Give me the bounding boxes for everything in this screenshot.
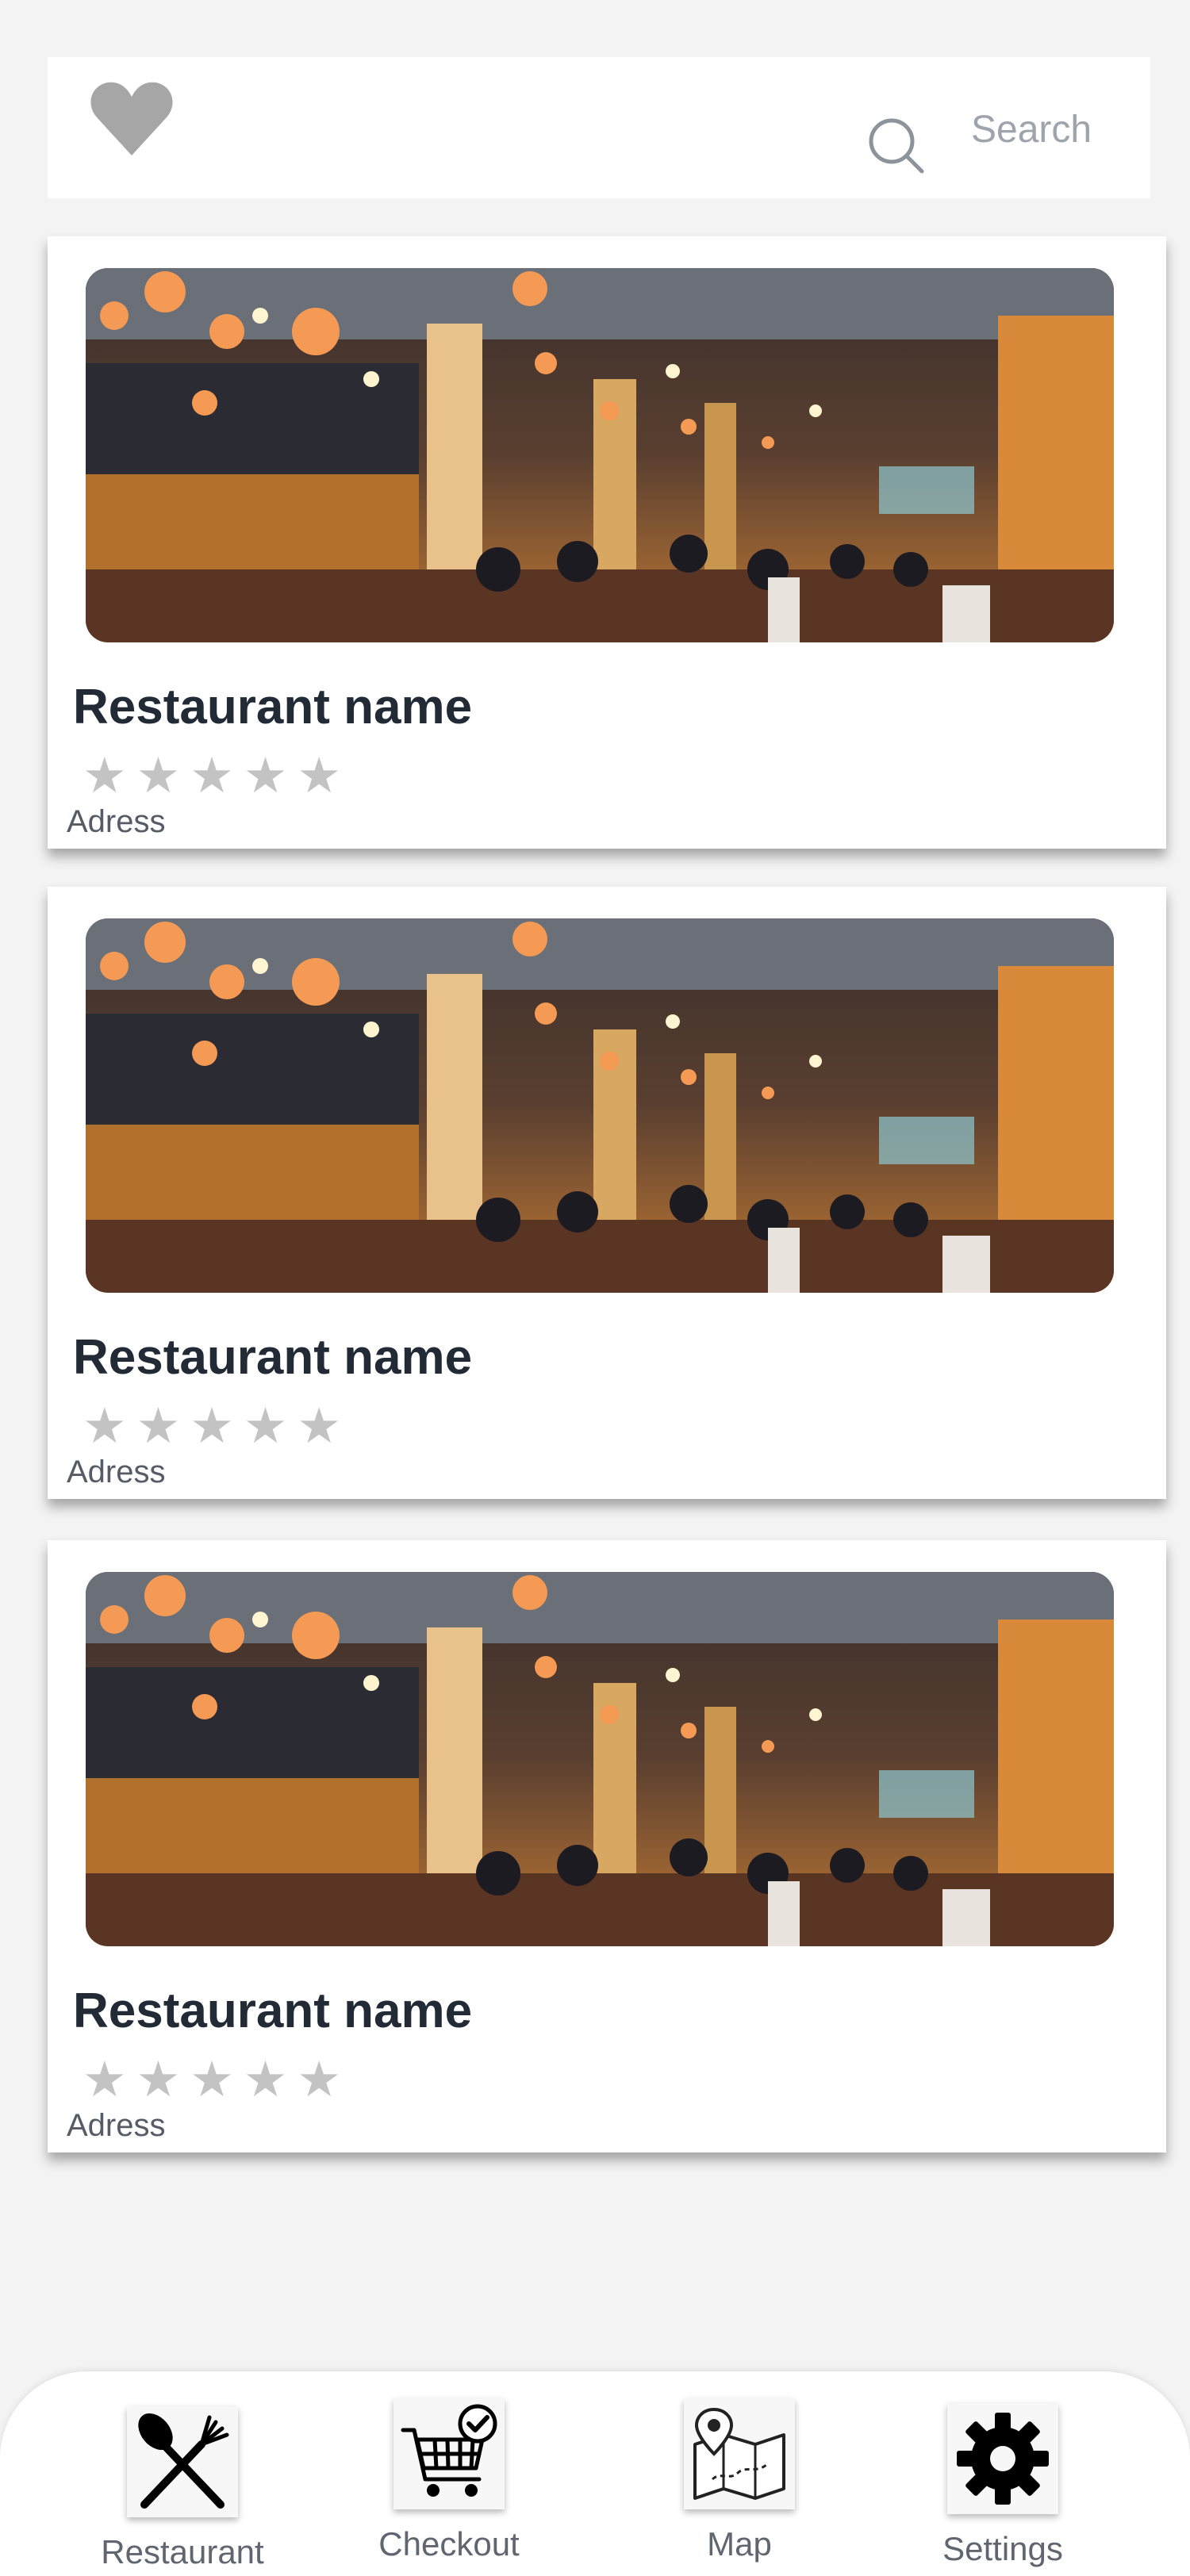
fork-knife-icon bbox=[138, 2413, 229, 2509]
star-icon[interactable]: ★ bbox=[244, 2056, 288, 2105]
star-icon[interactable]: ★ bbox=[136, 2056, 181, 2105]
restaurant-address: Adress bbox=[67, 804, 166, 839]
star-icon[interactable]: ★ bbox=[136, 1402, 181, 1451]
star-icon[interactable]: ★ bbox=[83, 752, 127, 801]
star-icon[interactable]: ★ bbox=[297, 752, 341, 801]
gear-icon bbox=[957, 2413, 1049, 2505]
star-icon[interactable]: ★ bbox=[190, 752, 234, 801]
nav-label[interactable]: Restaurant bbox=[87, 2533, 278, 2571]
star-icon[interactable]: ★ bbox=[83, 2056, 127, 2105]
nav-label[interactable]: Map bbox=[644, 2525, 835, 2563]
star-rating[interactable]: ★ ★ ★ ★ ★ bbox=[83, 1402, 341, 1451]
cart-check-icon bbox=[401, 2404, 497, 2497]
restaurant-photo bbox=[86, 1572, 1114, 1946]
restaurant-card[interactable]: Restaurant name ★ ★ ★ ★ ★ Adress bbox=[48, 887, 1166, 1499]
restaurant-address: Adress bbox=[67, 1455, 166, 1489]
star-icon[interactable]: ★ bbox=[83, 1402, 127, 1451]
favorites-button[interactable] bbox=[89, 79, 175, 159]
star-icon[interactable]: ★ bbox=[244, 752, 288, 801]
nav-icon-tile[interactable] bbox=[947, 2403, 1058, 2514]
restaurant-name[interactable]: Restaurant name bbox=[73, 1329, 472, 1386]
restaurant-photo bbox=[86, 268, 1114, 642]
search-icon[interactable] bbox=[866, 114, 927, 174]
star-icon[interactable]: ★ bbox=[244, 1402, 288, 1451]
star-rating[interactable]: ★ ★ ★ ★ ★ bbox=[83, 752, 341, 801]
nav-icon-tile[interactable] bbox=[127, 2406, 238, 2517]
restaurant-card[interactable]: Restaurant name ★ ★ ★ ★ ★ Adress bbox=[48, 236, 1166, 849]
star-icon[interactable]: ★ bbox=[190, 2056, 234, 2105]
nav-label[interactable]: Checkout bbox=[354, 2525, 544, 2563]
restaurant-address: Adress bbox=[67, 2108, 166, 2143]
bottom-navigation: Restaurant Checkout Map Settings bbox=[0, 2371, 1190, 2576]
restaurant-name[interactable]: Restaurant name bbox=[73, 1983, 472, 2039]
nav-icon-tile[interactable] bbox=[684, 2398, 795, 2509]
map-pin-icon bbox=[693, 2407, 785, 2500]
restaurant-photo bbox=[86, 918, 1114, 1293]
star-icon[interactable]: ★ bbox=[297, 2056, 341, 2105]
star-icon[interactable]: ★ bbox=[136, 752, 181, 801]
star-icon[interactable]: ★ bbox=[297, 1402, 341, 1451]
restaurant-card[interactable]: Restaurant name ★ ★ ★ ★ ★ Adress bbox=[48, 1540, 1166, 2152]
heart-icon bbox=[90, 82, 173, 155]
star-rating[interactable]: ★ ★ ★ ★ ★ bbox=[83, 2056, 341, 2105]
search-input[interactable]: Search bbox=[971, 108, 1092, 151]
star-icon[interactable]: ★ bbox=[190, 1402, 234, 1451]
nav-label[interactable]: Settings bbox=[908, 2530, 1098, 2568]
restaurant-name[interactable]: Restaurant name bbox=[73, 679, 472, 735]
nav-icon-tile[interactable] bbox=[393, 2398, 505, 2509]
